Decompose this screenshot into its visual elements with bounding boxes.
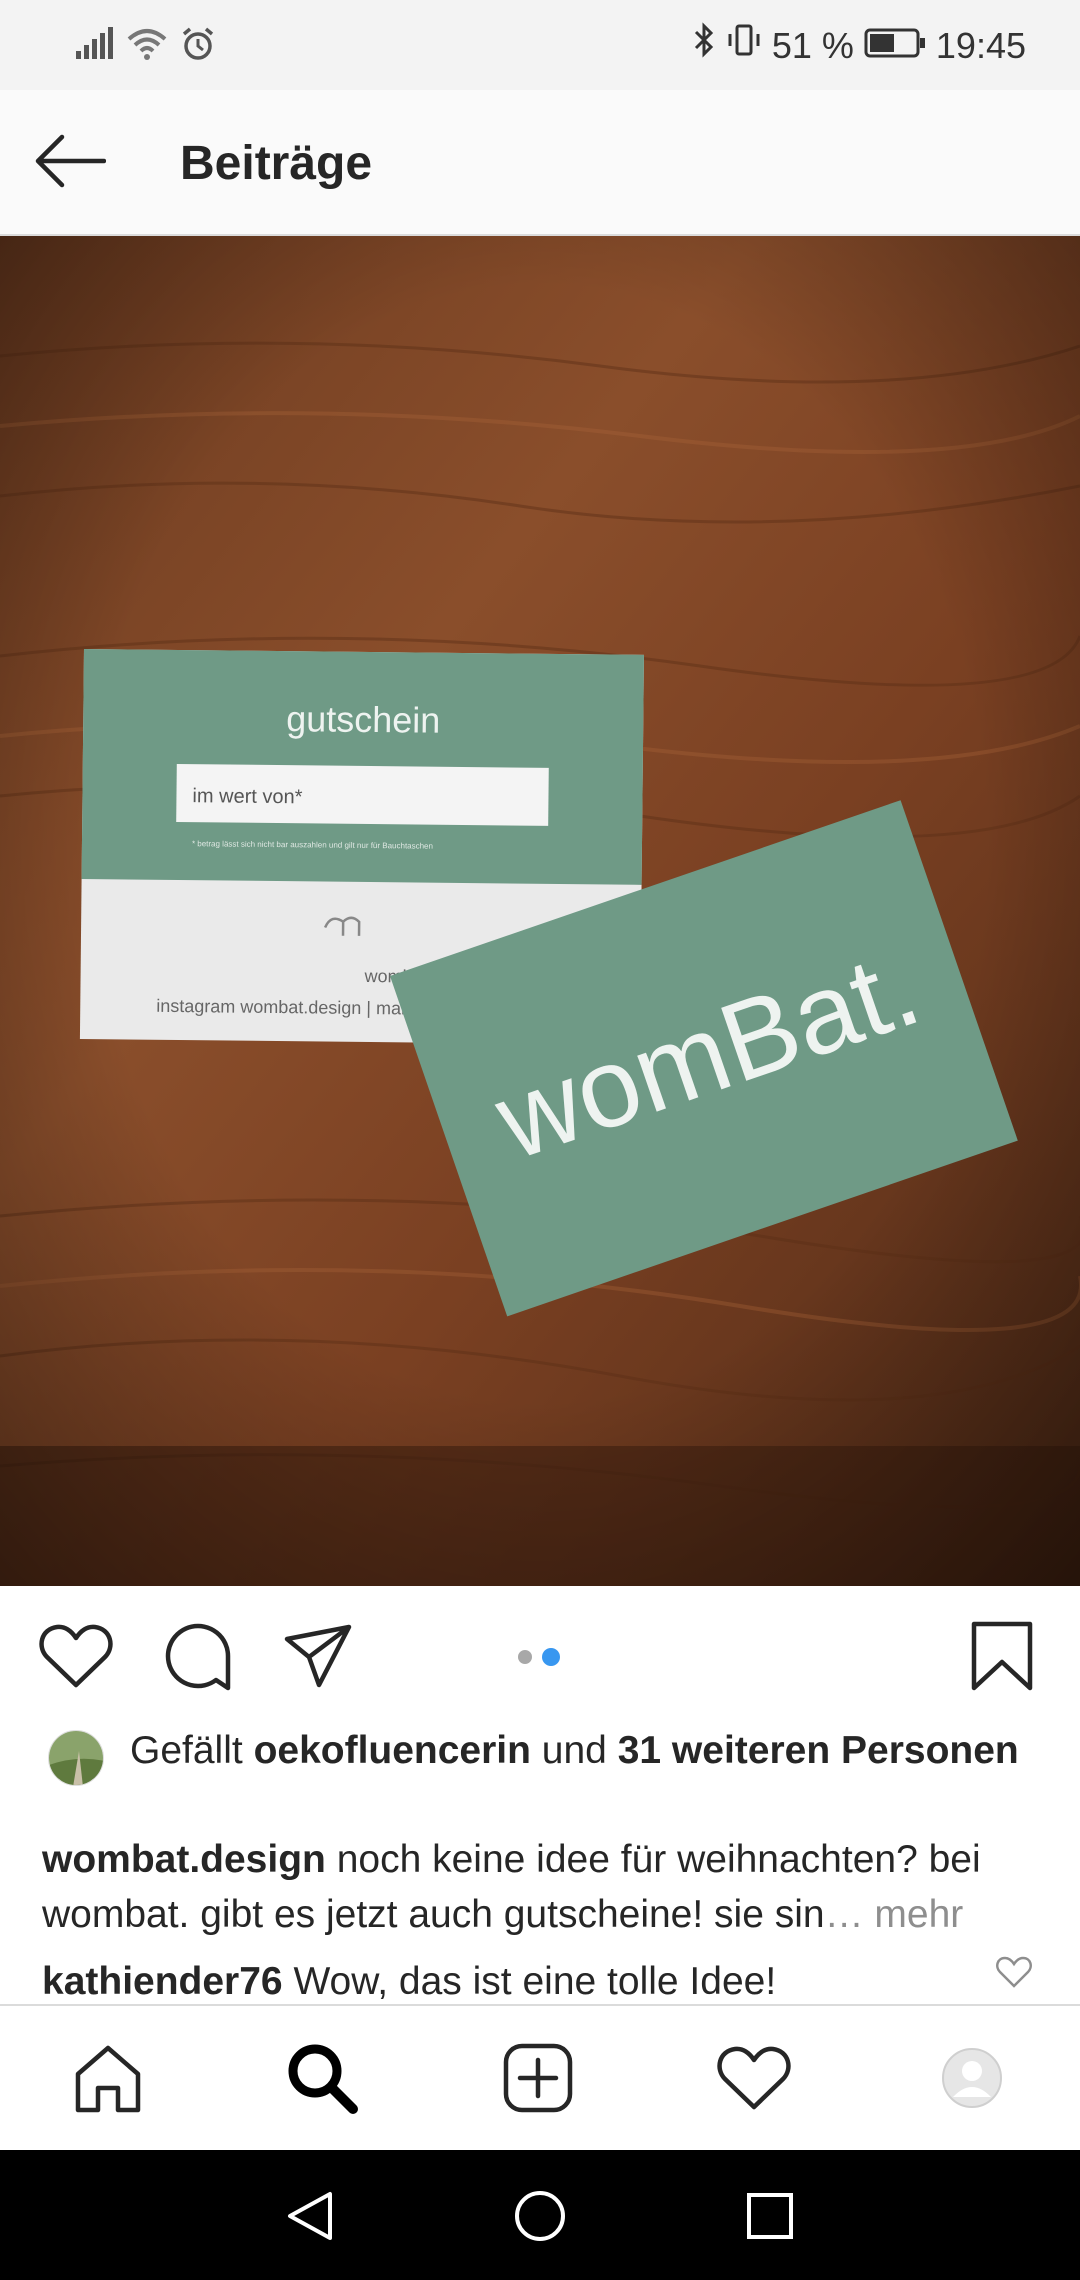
- comment-item: kathiender76 Wow, das ist eine tolle Ide…: [42, 1954, 1002, 2009]
- likes-text: Gefällt oekofluencerin und 31 weiteren P…: [130, 1726, 1030, 1776]
- voucher-title: gutschein: [286, 698, 441, 741]
- nav-new-post[interactable]: [500, 2042, 576, 2118]
- post-image[interactable]: gutschein im wert von* * betrag lässt si…: [0, 236, 1080, 1586]
- post-caption: wombat.design noch keine idee für weihna…: [42, 1832, 1042, 1942]
- likes-prefix: Gefällt: [130, 1729, 254, 1772]
- liker-avatar: [48, 1730, 104, 1786]
- system-back-button[interactable]: [280, 2188, 340, 2248]
- search-icon: [285, 2041, 359, 2120]
- liker-username[interactable]: oekofluencerin: [254, 1729, 531, 1772]
- heart-icon: [39, 1623, 113, 1694]
- home-circle-icon: [513, 2189, 567, 2248]
- comment-bubble-icon: [162, 1620, 234, 1697]
- caption-more-link[interactable]: mehr: [864, 1893, 963, 1936]
- nav-activity[interactable]: [716, 2042, 792, 2118]
- caption-ellipsis: …: [824, 1893, 864, 1936]
- share-button[interactable]: [280, 1620, 356, 1696]
- alarm-icon: [180, 26, 216, 67]
- comment-button[interactable]: [160, 1620, 236, 1696]
- like-button[interactable]: [38, 1620, 114, 1696]
- system-home-button[interactable]: [510, 2188, 570, 2248]
- back-triangle-icon: [284, 2190, 336, 2247]
- action-bar: [0, 1586, 1080, 1722]
- activity-heart-icon: [717, 2045, 791, 2116]
- status-left-icons: [74, 26, 216, 66]
- back-button[interactable]: [30, 130, 110, 196]
- nav-home[interactable]: [70, 2042, 146, 2118]
- carousel-dot-2-active: [542, 1648, 560, 1666]
- arrow-left-icon: [34, 133, 107, 194]
- paper-plane-icon: [283, 1623, 353, 1694]
- recents-square-icon: [745, 2191, 795, 2246]
- battery-percent: 51 %: [771, 25, 854, 66]
- add-post-icon: [502, 2042, 574, 2119]
- page-title: Beiträge: [180, 137, 373, 190]
- nav-profile[interactable]: [934, 2042, 1010, 2118]
- nav-search[interactable]: [284, 2042, 360, 2118]
- bookmark-icon: [970, 1620, 1034, 1697]
- home-icon: [72, 2042, 144, 2119]
- comment-text: Wow, das ist eine tolle Idee!: [282, 1960, 777, 2003]
- system-recents-button[interactable]: [740, 2188, 800, 2248]
- wifi-icon: [126, 27, 168, 66]
- status-time: 19:45: [935, 25, 1026, 66]
- comment-username[interactable]: kathiender76: [42, 1960, 283, 2003]
- comment-like-button[interactable]: [994, 1954, 1034, 1994]
- voucher-line-2: instagram wombat.design | mail w: [156, 996, 428, 1019]
- signal-icon: [74, 26, 114, 66]
- caption-username[interactable]: wombat.design: [42, 1838, 326, 1881]
- status-bar: 51 % 19:45: [0, 0, 1080, 90]
- bluetooth-icon: [692, 22, 716, 70]
- carousel-dot-1: [518, 1650, 532, 1664]
- voucher-field: im wert von*: [192, 785, 302, 808]
- small-heart-icon: [996, 1956, 1032, 1993]
- status-right: 51 % 19:45: [692, 22, 1026, 70]
- vibrate-icon: [726, 22, 762, 70]
- bottom-nav: [0, 2004, 1080, 2150]
- carousel-indicator: [518, 1648, 560, 1666]
- app-header: Beiträge: [0, 90, 1080, 236]
- likes-others[interactable]: 31 weiteren Personen: [618, 1729, 1019, 1772]
- profile-avatar-icon: [941, 2047, 1003, 2114]
- likes-middle: und: [530, 1729, 618, 1772]
- save-button[interactable]: [964, 1620, 1040, 1696]
- system-nav-bar: [0, 2150, 1080, 2280]
- battery-icon: [864, 22, 926, 70]
